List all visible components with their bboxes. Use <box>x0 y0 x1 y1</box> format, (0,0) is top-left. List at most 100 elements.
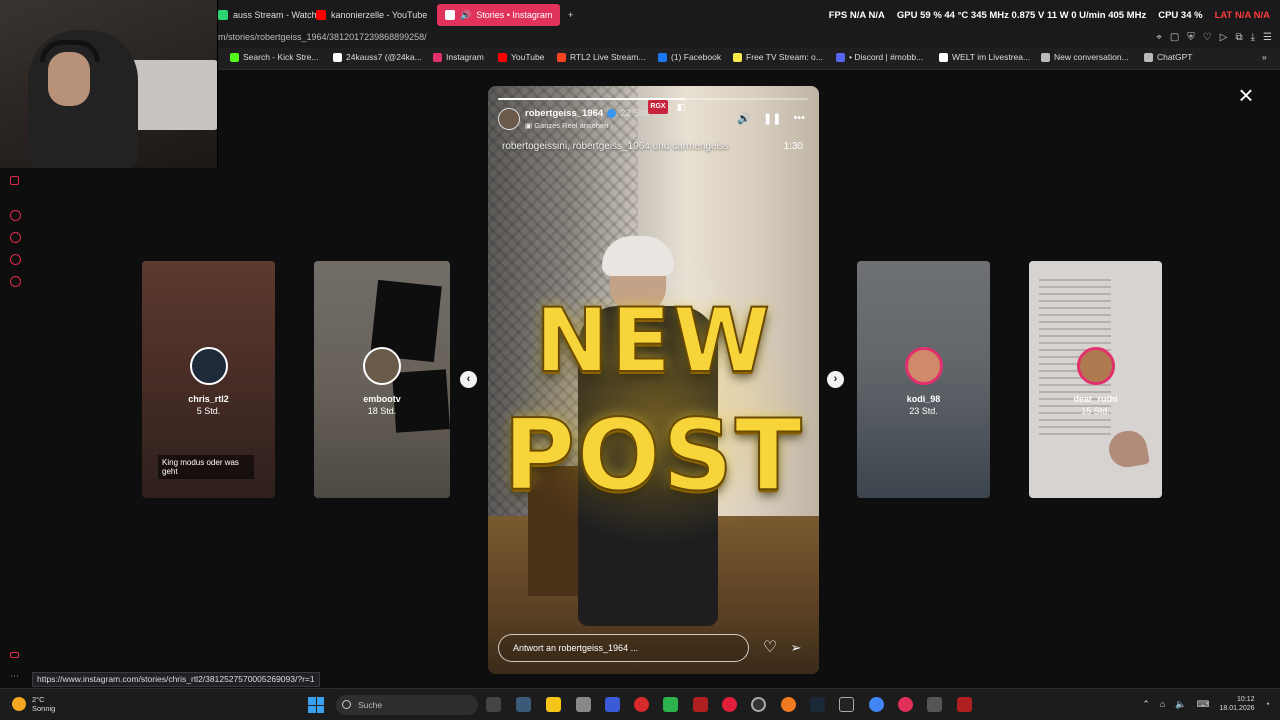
network-icon[interactable]: ⌂ <box>1160 699 1165 709</box>
windows-taskbar: 2°C Sonnig Suche ⌃ ⌂ 🔈 ⌨ 10:12 18.01.2026 <box>0 688 1280 720</box>
story-preview-chris-rtl2[interactable]: chris_rtl2 5 Std. King modus oder was ge… <box>142 261 275 498</box>
story-preview-kodi-98[interactable]: kodi_98 23 Std. <box>857 261 990 498</box>
bookmark-facebook[interactable]: (1) Facebook <box>658 52 721 62</box>
story-controls: 🔊 ❚❚ ••• <box>737 112 805 125</box>
file-explorer-icon[interactable] <box>546 697 561 712</box>
youtube-icon <box>498 52 507 62</box>
pin-icon[interactable]: ⌖ <box>1156 32 1162 43</box>
previous-story-button[interactable]: ‹ <box>460 371 477 388</box>
weather-widget[interactable]: 2°C Sonnig <box>12 695 55 713</box>
keyboard-icon[interactable]: ⌨ <box>1197 699 1210 710</box>
bookmark-new-conversation[interactable]: New conversation... <box>1041 52 1129 62</box>
settings-app-icon[interactable] <box>927 697 942 712</box>
calculator-icon[interactable] <box>516 697 531 712</box>
notification-icon[interactable]: ◔ <box>1265 699 1270 709</box>
discord-icon <box>836 52 845 62</box>
close-stories-button[interactable]: × <box>1234 82 1258 108</box>
bookmark-discord[interactable]: • Discord | #mobb... <box>836 52 923 62</box>
taskbar-search-box[interactable]: Suche <box>336 695 478 715</box>
history-icon[interactable] <box>10 232 21 243</box>
extension-icon[interactable]: ◧ <box>674 100 688 114</box>
new-tab-button[interactable]: + <box>560 4 581 26</box>
v-app-icon[interactable] <box>605 697 620 712</box>
next-story-button[interactable]: › <box>827 371 844 388</box>
steam-icon[interactable] <box>810 697 825 712</box>
screenshot-icon[interactable]: ▢ <box>1170 32 1179 43</box>
clock[interactable]: 10:12 18.01.2026 <box>1220 695 1255 713</box>
epic-games-icon[interactable] <box>839 697 854 712</box>
bookmark-icon[interactable]: ♡ <box>1203 32 1212 43</box>
active-story[interactable]: NEW POST RGX ◧ robertgeiss_1964 22 Std. … <box>488 86 819 674</box>
avatar <box>363 347 401 385</box>
more-icon[interactable]: ⋯ <box>10 672 21 683</box>
link-preview-status: https://www.instagram.com/stories/chris_… <box>32 672 320 687</box>
youtube-icon <box>316 10 326 20</box>
download-icon[interactable]: ⤓ <box>1251 32 1255 43</box>
settings-icon[interactable] <box>10 276 21 287</box>
firefox-icon[interactable] <box>781 697 796 712</box>
tiktok-icon <box>333 52 342 62</box>
story-age: 22 Std. <box>620 108 651 119</box>
share-send-icon[interactable]: ➢ <box>786 638 806 658</box>
reply-input[interactable]: Antwort an robertgeiss_1964 ... <box>498 634 749 662</box>
tab-youtube[interactable]: kanonierzelle - YouTube <box>308 4 435 26</box>
headset <box>40 40 100 62</box>
target-app-icon[interactable] <box>751 697 766 712</box>
task-view-icon[interactable] <box>486 697 501 712</box>
gpu-label: GPU <box>896 10 918 21</box>
extensions-sidebar-icon[interactable] <box>10 254 21 265</box>
story-username: chris_rtl2 <box>188 394 229 404</box>
bookmark-kick-search[interactable]: Search - Kick Stre... <box>230 52 319 62</box>
story-username: dear_ruthi <box>1073 394 1118 404</box>
avatar <box>1076 347 1115 385</box>
shield-icon[interactable]: ⛨ <box>1187 32 1195 43</box>
like-heart-icon[interactable]: ♡ <box>760 638 780 658</box>
player-icon[interactable] <box>10 210 21 221</box>
mouse-app-icon[interactable] <box>576 697 591 712</box>
url-text[interactable]: m/stories/robertgeiss_1964/3812017239868… <box>218 32 427 42</box>
instagram-icon <box>445 10 455 20</box>
bookmarks-overflow-button[interactable]: » <box>1262 52 1267 62</box>
bookmark-welt[interactable]: WELT im Livestrea... <box>939 52 1030 62</box>
pause-icon[interactable]: ❚❚ <box>763 112 781 125</box>
story-owner[interactable]: robertgeiss_1964 22 Std. <box>525 108 650 119</box>
story-preview-dear-ruthi[interactable]: dear_ruthi 15 Std. <box>1029 261 1162 498</box>
volume-icon[interactable]: 🔊 <box>737 112 751 125</box>
system-tray: ⌃ ⌂ 🔈 ⌨ 10:12 18.01.2026 ◔ <box>1142 695 1270 713</box>
chevron-up-icon[interactable]: ⌃ <box>1142 699 1150 710</box>
chrome-icon[interactable] <box>869 697 884 712</box>
opera-gx-app-icon[interactable] <box>634 697 649 712</box>
record-app-icon[interactable] <box>722 697 737 712</box>
volume-icon[interactable]: 🔈 <box>1175 699 1186 710</box>
stacked-app-icon[interactable] <box>663 697 678 712</box>
story-age: 23 Std. <box>909 406 938 416</box>
story-duration: 1:30 <box>783 141 803 152</box>
bookmark-free-tv[interactable]: Free TV Stream: o... <box>733 52 823 62</box>
story-username: embootv <box>363 394 401 404</box>
story-preview-embootv[interactable]: embootv 18 Std. <box>314 261 450 498</box>
story-owner-username[interactable]: robertgeiss_1964 <box>525 108 603 119</box>
story-age: 15 Std. <box>1081 406 1110 416</box>
chevron-right-icon: » <box>1262 52 1267 62</box>
avatar <box>904 347 943 385</box>
view-full-reel-link[interactable]: ▣ Ganzes Reel ansehen › <box>525 121 613 130</box>
bookmark-instagram[interactable]: Instagram <box>433 52 484 62</box>
gx-icon[interactable] <box>10 652 19 658</box>
more-options-icon[interactable]: ••• <box>793 112 805 125</box>
speaker-icon: 🔊 <box>460 9 472 20</box>
rgx-badge: RGX <box>648 100 668 114</box>
recorder-app-icon[interactable] <box>957 697 972 712</box>
extensions-icon[interactable]: ⧉ <box>1235 32 1242 43</box>
opera-icon[interactable] <box>898 697 913 712</box>
play-icon[interactable]: ▷ <box>1220 32 1228 43</box>
media-app-icon[interactable] <box>693 697 708 712</box>
bookmark-chatgpt[interactable]: ChatGPT <box>1144 52 1192 62</box>
story-owner-avatar[interactable] <box>498 108 520 130</box>
tab-instagram-stories[interactable]: 🔊 Stories • Instagram <box>437 4 561 26</box>
bookmark-tiktok[interactable]: 24kauss7 (@24ka... <box>333 52 422 62</box>
opera-icon[interactable] <box>10 176 19 185</box>
windows-start-button[interactable] <box>308 697 324 713</box>
bookmark-youtube[interactable]: YouTube <box>498 52 544 62</box>
bookmark-rtl2[interactable]: RTL2 Live Stream... <box>557 52 645 62</box>
menu-icon[interactable]: ☰ <box>1263 32 1272 43</box>
